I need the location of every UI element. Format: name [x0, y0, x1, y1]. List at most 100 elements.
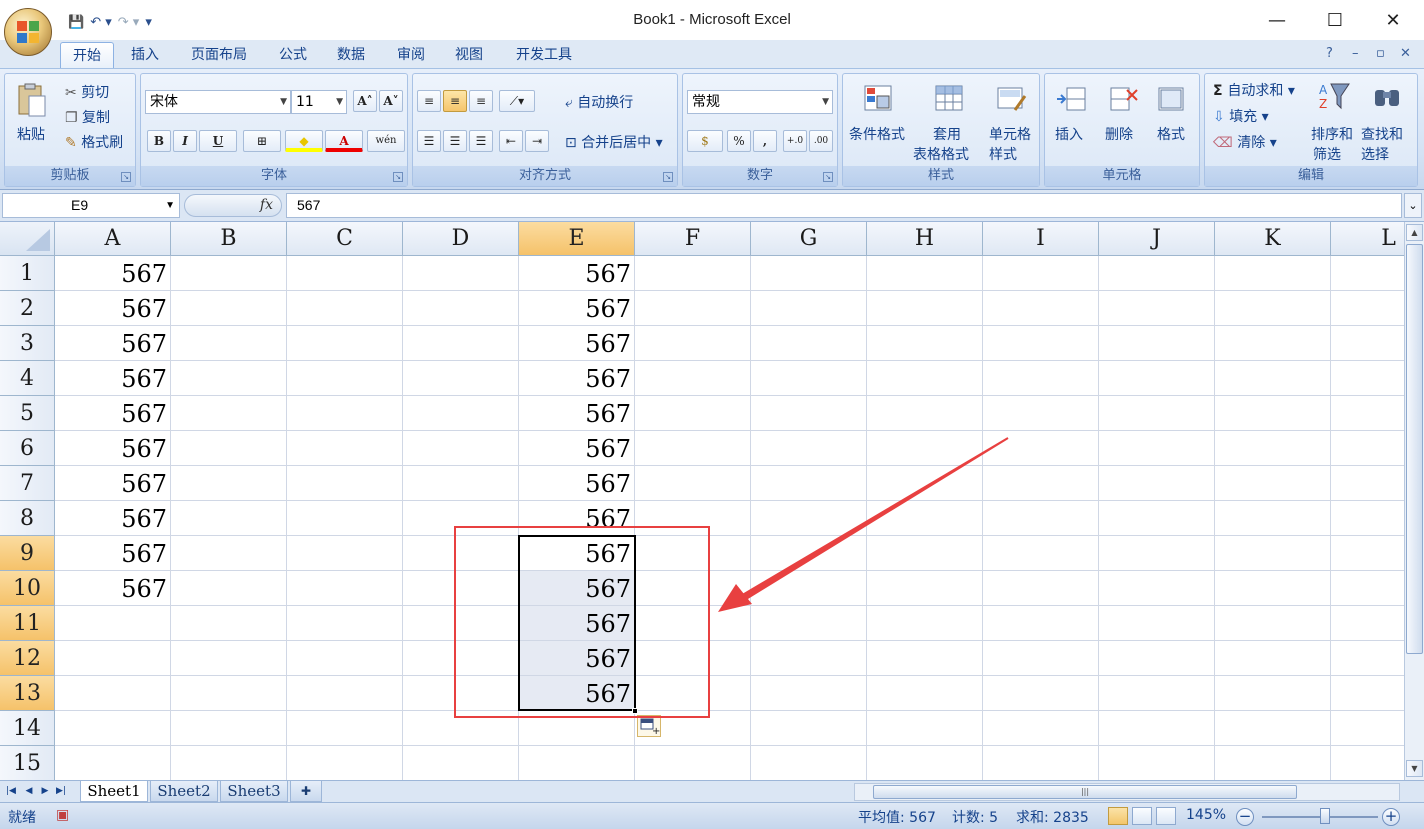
cell-a8[interactable]: 567: [55, 501, 171, 536]
cell-e7[interactable]: 567: [519, 466, 635, 501]
orientation-button[interactable]: ⟋▾: [499, 90, 535, 112]
font-launcher-icon[interactable]: ↘: [393, 172, 403, 182]
ribbon-close-icon[interactable]: ✕: [1400, 46, 1411, 61]
cell-a6[interactable]: 567: [55, 431, 171, 466]
merge-center-button[interactable]: ⊡ 合并后居中 ▾: [565, 132, 663, 152]
delete-cells-button[interactable]: 删除: [1105, 124, 1133, 144]
currency-button[interactable]: $: [687, 130, 723, 152]
cell-a2[interactable]: 567: [55, 291, 171, 326]
column-header-i[interactable]: I: [983, 222, 1099, 256]
page-layout-view-icon[interactable]: [1132, 807, 1152, 825]
maximize-button[interactable]: ☐: [1306, 0, 1364, 40]
decrease-decimal-button[interactable]: .00: [809, 130, 833, 152]
cell-a1[interactable]: 567: [55, 256, 171, 291]
row-header-14[interactable]: 14: [0, 711, 55, 746]
cell-e6[interactable]: 567: [519, 431, 635, 466]
find-select-line2[interactable]: 选择: [1361, 144, 1389, 164]
last-sheet-icon[interactable]: ▶|: [54, 784, 68, 799]
clear-button[interactable]: ⌫ 清除 ▾: [1213, 132, 1277, 152]
zoom-in-icon[interactable]: +: [1382, 808, 1400, 826]
next-sheet-icon[interactable]: ▶: [38, 784, 52, 799]
align-left-button[interactable]: ☰: [417, 130, 441, 152]
macro-record-icon[interactable]: ▣: [56, 807, 69, 823]
zoom-level[interactable]: 145%: [1186, 807, 1226, 823]
paste-button[interactable]: 粘贴: [17, 124, 45, 144]
row-header-6[interactable]: 6: [0, 431, 55, 466]
tab-review[interactable]: 审阅: [386, 42, 436, 68]
cell-a9[interactable]: 567: [55, 536, 171, 571]
cell-e5[interactable]: 567: [519, 396, 635, 431]
format-table-line1[interactable]: 套用: [933, 124, 961, 144]
format-painter-button[interactable]: ✎ 格式刷: [65, 132, 123, 152]
tab-view[interactable]: 视图: [444, 42, 494, 68]
bold-button[interactable]: B: [147, 130, 171, 152]
find-select-line1[interactable]: 查找和: [1361, 124, 1403, 144]
underline-button[interactable]: U: [199, 130, 237, 152]
phonetic-button[interactable]: wén: [367, 130, 405, 152]
tab-developer[interactable]: 开发工具: [504, 42, 584, 68]
scroll-up-icon[interactable]: ▲: [1406, 224, 1423, 241]
column-header-l[interactable]: L: [1331, 222, 1404, 256]
help-icon[interactable]: ?: [1326, 46, 1333, 61]
column-header-b[interactable]: B: [171, 222, 287, 256]
percent-button[interactable]: %: [727, 130, 751, 152]
zoom-slider-thumb[interactable]: [1320, 808, 1330, 824]
row-header-5[interactable]: 5: [0, 396, 55, 431]
row-header-15[interactable]: 15: [0, 746, 55, 780]
row-header-9[interactable]: 9: [0, 536, 55, 571]
tab-data[interactable]: 数据: [326, 42, 376, 68]
shrink-font-button[interactable]: A˅: [379, 90, 403, 112]
row-header-13[interactable]: 13: [0, 676, 55, 711]
row-header-12[interactable]: 12: [0, 641, 55, 676]
tab-insert[interactable]: 插入: [120, 42, 170, 68]
sort-filter-line1[interactable]: 排序和: [1311, 124, 1353, 144]
number-launcher-icon[interactable]: ↘: [823, 172, 833, 182]
page-break-view-icon[interactable]: [1156, 807, 1176, 825]
cell-e4[interactable]: 567: [519, 361, 635, 396]
copy-button[interactable]: ❐ 复制: [65, 107, 110, 127]
grow-font-button[interactable]: A˄: [353, 90, 377, 112]
column-header-g[interactable]: G: [751, 222, 867, 256]
autosum-button[interactable]: Σ 自动求和 ▾: [1213, 80, 1295, 100]
decrease-indent-button[interactable]: ⇤: [499, 130, 523, 152]
font-name-combo[interactable]: 宋体 ▼: [145, 90, 291, 114]
conditional-format-button[interactable]: 条件格式: [849, 124, 905, 144]
cell-a5[interactable]: 567: [55, 396, 171, 431]
row-header-10[interactable]: 10: [0, 571, 55, 606]
cell-a7[interactable]: 567: [55, 466, 171, 501]
row-header-11[interactable]: 11: [0, 606, 55, 641]
fill-button[interactable]: ⇩ 填充 ▾: [1213, 106, 1269, 126]
alignment-launcher-icon[interactable]: ↘: [663, 172, 673, 182]
sheet-tab-2[interactable]: Sheet2: [150, 781, 218, 802]
office-button[interactable]: [4, 8, 52, 56]
cell-a3[interactable]: 567: [55, 326, 171, 361]
align-bottom-button[interactable]: ≡: [469, 90, 493, 112]
normal-view-icon[interactable]: [1108, 807, 1128, 825]
column-header-k[interactable]: K: [1215, 222, 1331, 256]
prev-sheet-icon[interactable]: ◀: [22, 784, 36, 799]
format-table-line2[interactable]: 表格格式: [913, 144, 969, 164]
autofill-options-icon[interactable]: +: [637, 715, 661, 737]
increase-indent-button[interactable]: ⇥: [525, 130, 549, 152]
column-header-j[interactable]: J: [1099, 222, 1215, 256]
vertical-scrollbar[interactable]: ▲ ▼: [1404, 222, 1424, 780]
zoom-out-icon[interactable]: −: [1236, 808, 1254, 826]
cell-styles-line1[interactable]: 单元格: [989, 124, 1031, 144]
column-header-c[interactable]: C: [287, 222, 403, 256]
row-header-2[interactable]: 2: [0, 291, 55, 326]
align-right-button[interactable]: ☰: [469, 130, 493, 152]
row-header-7[interactable]: 7: [0, 466, 55, 501]
sheet-tab-1[interactable]: Sheet1: [80, 781, 148, 802]
align-middle-button[interactable]: ≡: [443, 90, 467, 112]
ribbon-minimize-icon[interactable]: –: [1352, 46, 1359, 61]
italic-button[interactable]: I: [173, 130, 197, 152]
border-button[interactable]: ⊞: [243, 130, 281, 152]
vertical-scroll-thumb[interactable]: [1406, 244, 1423, 654]
font-size-combo[interactable]: 11 ▼: [291, 90, 347, 114]
ribbon-restore-icon[interactable]: ▫: [1376, 46, 1385, 61]
tab-page-layout[interactable]: 页面布局: [180, 42, 258, 68]
format-cells-button[interactable]: 格式: [1157, 124, 1185, 144]
column-header-e[interactable]: E: [519, 222, 635, 256]
increase-decimal-button[interactable]: +.0: [783, 130, 807, 152]
sheet-tab-3[interactable]: Sheet3: [220, 781, 288, 802]
